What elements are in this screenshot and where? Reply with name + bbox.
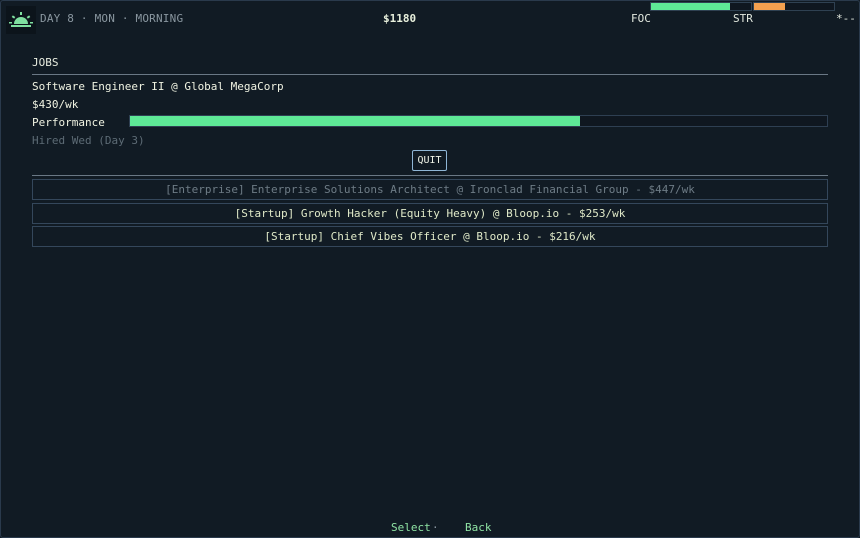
current-job-pay: $430/wk (32, 98, 79, 111)
extra-stat-label: *-- (836, 12, 856, 25)
back-hint[interactable]: Back (465, 521, 492, 534)
performance-bar (129, 115, 828, 127)
stress-meter (753, 2, 835, 11)
stress-meter-fill (754, 3, 786, 10)
performance-bar-fill (130, 116, 580, 126)
focus-label: FOC (631, 12, 651, 25)
current-job-title: Software Engineer II @ Global MegaCorp (32, 80, 284, 93)
performance-label: Performance (32, 116, 105, 129)
stress-label: STR (733, 12, 753, 25)
job-offer-bloop-vibes-officer[interactable]: [Startup] Chief Vibes Officer @ Bloop.io… (32, 226, 828, 247)
quit-button[interactable]: QUIT (412, 150, 447, 171)
job-offer-bloop-growth-hacker[interactable]: [Startup] Growth Hacker (Equity Heavy) @… (32, 203, 828, 224)
top-hud: DAY 8 · MON · MORNING $1180 FOC STR *-- (0, 0, 860, 36)
section-title: JOBS (32, 56, 59, 69)
select-hint[interactable]: Select (391, 521, 431, 534)
job-offer-ironclad-architect[interactable]: [Enterprise] Enterprise Solutions Archit… (32, 179, 828, 200)
offers-divider (32, 175, 828, 176)
focus-meter-fill (651, 3, 730, 10)
money-display: $1180 (383, 12, 417, 25)
hint-separator: · (432, 521, 439, 534)
day-time-label: DAY 8 · MON · MORNING (40, 12, 184, 25)
focus-meter (650, 2, 752, 11)
hired-date: Hired Wed (Day 3) (32, 134, 145, 147)
sunrise-icon (6, 6, 36, 34)
section-divider (32, 74, 828, 75)
